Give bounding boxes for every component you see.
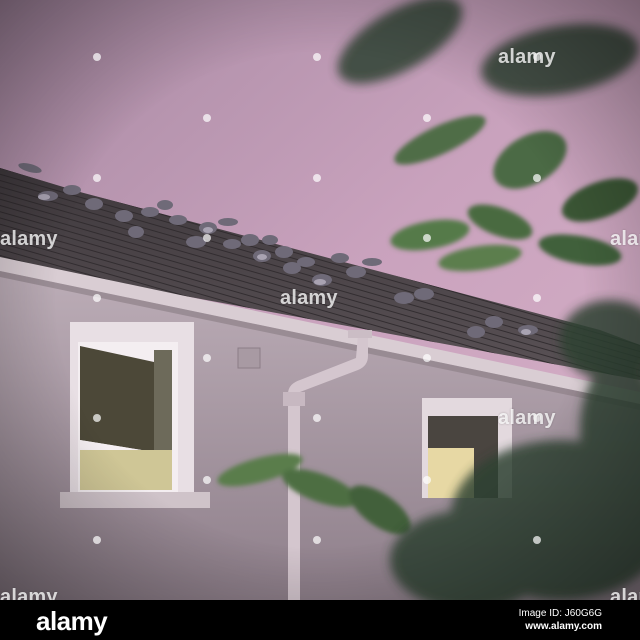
watermark-text: alamy (0, 228, 58, 250)
watermark-dot (313, 53, 321, 61)
watermark-dot (93, 53, 101, 61)
watermark-text: alamy (280, 287, 338, 309)
watermark-dot (93, 174, 101, 182)
photo: alamy alamy alamy alamy alamy alamy alam… (0, 0, 640, 600)
watermark-text: alamy (610, 228, 640, 250)
watermark-dot (203, 234, 211, 242)
watermark-dot (93, 294, 101, 302)
watermark-text: alamy (498, 407, 556, 429)
watermark-text: alamy (498, 46, 556, 68)
watermark-dot (533, 294, 541, 302)
watermark-dot (423, 234, 431, 242)
watermark-dot (313, 174, 321, 182)
watermark-dot (533, 174, 541, 182)
watermark-dot (93, 536, 101, 544)
watermark-text: alamy (0, 586, 58, 600)
watermark-dot (203, 114, 211, 122)
watermark-dot (203, 476, 211, 484)
watermark-dot (533, 536, 541, 544)
watermark-dot (203, 354, 211, 362)
watermark-dot (313, 414, 321, 422)
watermark-dot (423, 354, 431, 362)
alamy-logo[interactable]: alamy (36, 606, 108, 637)
watermark-dot (313, 536, 321, 544)
watermark-text: alamy (610, 586, 640, 600)
watermark-dot (423, 476, 431, 484)
footer-bar: alamy Image ID: J60G6G www.alamy.com (0, 600, 640, 640)
watermark-dot (93, 414, 101, 422)
image-id: Image ID: J60G6G (518, 608, 602, 619)
watermark-dot (423, 114, 431, 122)
site-url[interactable]: www.alamy.com (525, 621, 602, 632)
